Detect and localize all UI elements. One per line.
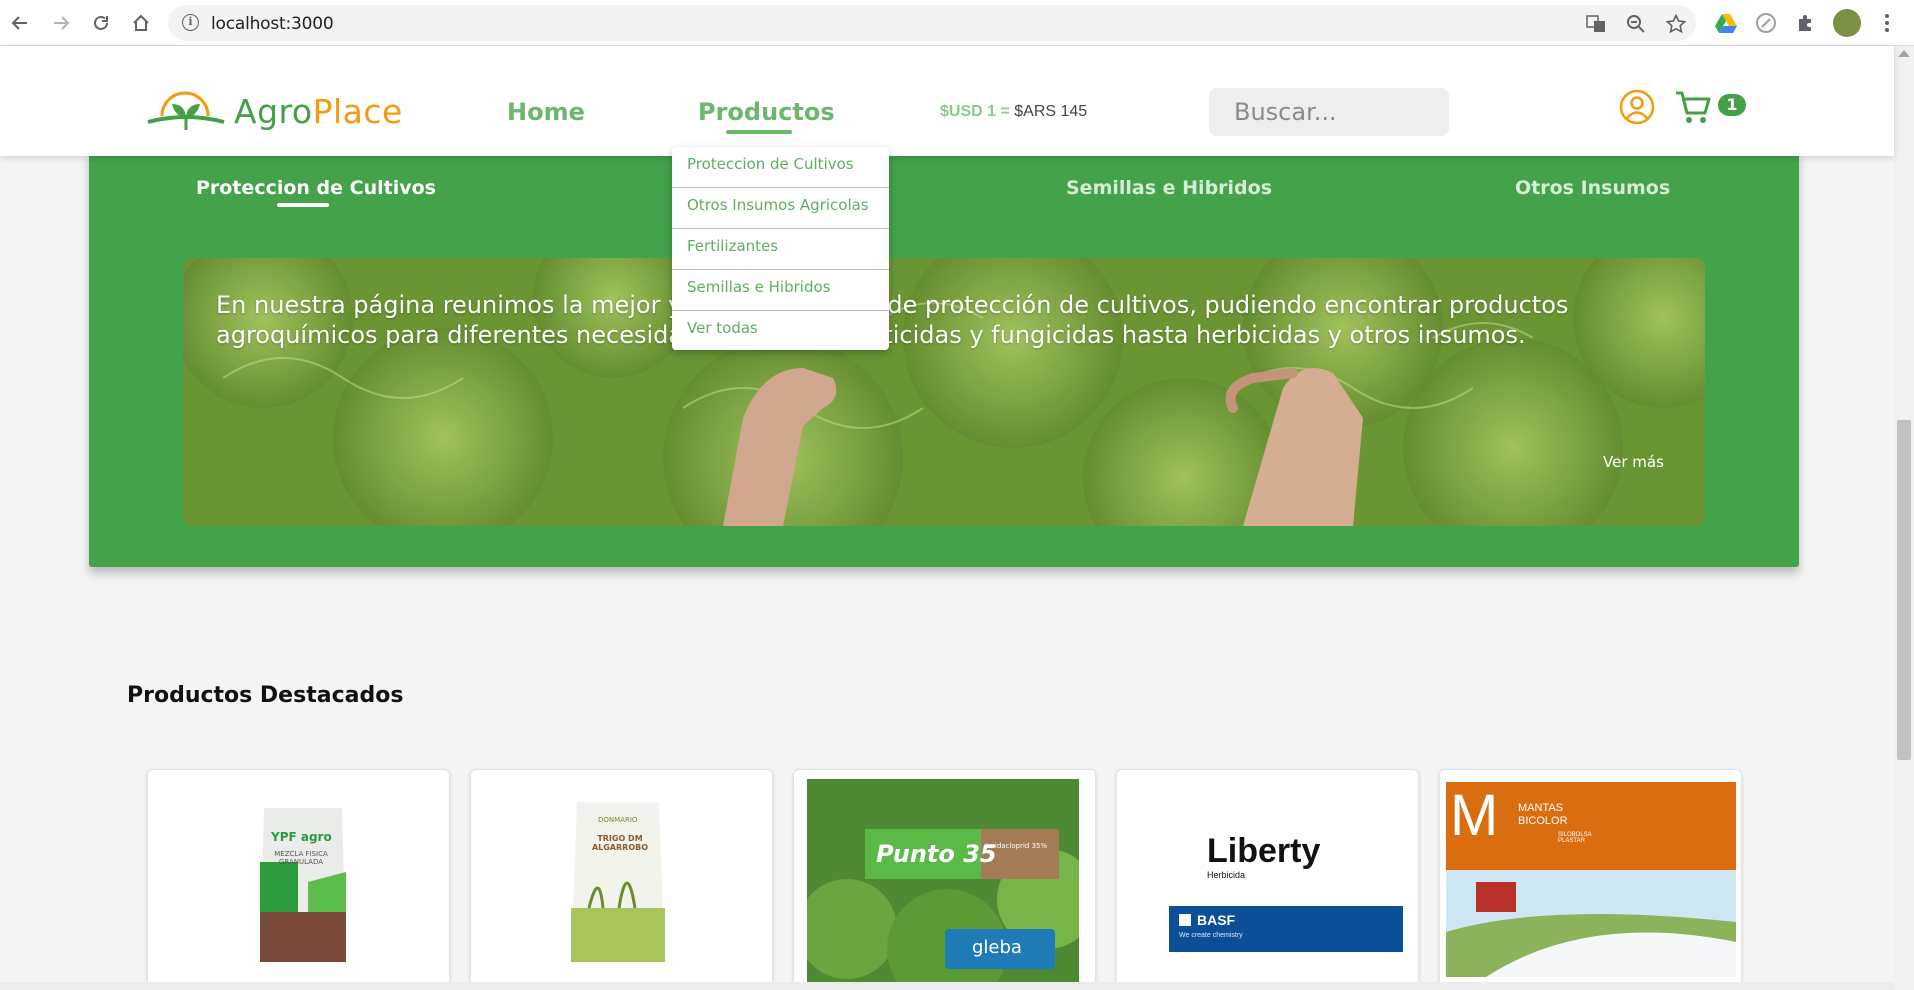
user-icon[interactable] xyxy=(1619,89,1655,125)
product-image-ypf xyxy=(260,808,346,962)
info-icon[interactable]: i xyxy=(182,14,199,31)
featured-products-title: Productos Destacados xyxy=(127,683,404,708)
category-tab-semillas[interactable]: Semillas e Hibridos xyxy=(1066,177,1272,199)
rate-ars: $ARS 145 xyxy=(1014,103,1088,120)
product-brand: DONMARIO xyxy=(598,816,638,824)
nav-home[interactable]: Home xyxy=(507,98,585,126)
category-active-underline xyxy=(277,203,329,207)
url-text[interactable]: localhost:3000 xyxy=(211,14,334,34)
home-icon[interactable] xyxy=(127,9,155,37)
nav-active-underline xyxy=(726,130,792,134)
product-label: MEZCLA FISICA GRANULADA xyxy=(274,850,328,866)
zoom-icon[interactable] xyxy=(1625,13,1647,35)
product-card[interactable]: M MANTAS BICOLOR SILOBOLSA PLASTAR xyxy=(1439,769,1742,990)
basf-logo-icon xyxy=(1179,914,1191,926)
logo-text-place: Place xyxy=(312,92,403,131)
product-label: Herbicida xyxy=(1207,870,1246,880)
product-card[interactable]: YPF agro MEZCLA FISICA GRANULADA xyxy=(147,769,450,990)
cart-count-badge: 1 xyxy=(1718,94,1746,116)
forward-arrow-icon[interactable] xyxy=(47,9,75,37)
nav-productos[interactable]: Productos xyxy=(698,98,835,126)
product-brand: Punto 35 xyxy=(876,840,997,868)
address-bar[interactable]: i localhost:3000 xyxy=(168,5,1696,41)
product-card[interactable]: Liberty Herbicida BASF We create chemist… xyxy=(1116,769,1419,990)
product-maker-tagline: We create chemistry xyxy=(1179,932,1243,939)
bottom-strip xyxy=(0,982,1894,990)
product-card[interactable]: DONMARIO TRIGO DM ALGARROBO xyxy=(470,769,773,990)
product-maker: gleba xyxy=(972,937,1022,958)
product-maker: SILOBOLSA PLASTAR xyxy=(1558,832,1592,844)
extension-icon[interactable] xyxy=(1754,11,1778,35)
back-arrow-icon[interactable] xyxy=(6,9,34,37)
product-image-punto35 xyxy=(807,779,1079,983)
basf-banner: BASF We create chemistry xyxy=(1169,906,1403,952)
product-brand: Liberty xyxy=(1207,832,1321,870)
logo[interactable]: AgroPlace xyxy=(146,86,402,136)
ver-mas-link[interactable]: Ver más xyxy=(1603,453,1664,471)
logo-text: AgroPlace xyxy=(234,92,403,131)
star-icon[interactable] xyxy=(1665,13,1687,35)
dropdown-item-ver-todas[interactable]: Ver todas xyxy=(672,311,889,352)
rate-usd: $USD 1 = xyxy=(940,103,1010,120)
product-label: MANTAS BICOLOR xyxy=(1518,802,1568,827)
browser-toolbar: i localhost:3000 xyxy=(0,0,1914,46)
logo-text-agro: Agro xyxy=(234,92,313,131)
category-tab-otros-insumos[interactable]: Otros Insumos xyxy=(1515,177,1670,199)
dropdown-item-semillas[interactable]: Semillas e Hibridos xyxy=(672,270,889,311)
site-header: AgroPlace Home Productos $USD 1 = $ARS 1… xyxy=(0,46,1894,156)
cart-icon[interactable] xyxy=(1674,88,1712,126)
reload-icon[interactable] xyxy=(87,9,115,37)
category-banner: En nuestra página reunimos la mejor y ma… xyxy=(183,258,1705,526)
product-brand: YPF agro xyxy=(271,830,332,844)
product-card[interactable]: Punto 35 Imidacloprid 35% gleba xyxy=(793,769,1096,990)
search-input[interactable] xyxy=(1209,88,1449,136)
dropdown-item-fertilizantes[interactable]: Fertilizantes xyxy=(672,229,889,270)
product-maker: BASF xyxy=(1197,912,1236,928)
puzzle-icon[interactable] xyxy=(1794,11,1818,35)
product-label: TRIGO DM ALGARROBO xyxy=(591,834,649,852)
product-label: Imidacloprid 35% xyxy=(986,842,1048,850)
menu-icon[interactable] xyxy=(1880,12,1894,34)
scrollbar-thumb[interactable] xyxy=(1897,420,1911,760)
translate-icon[interactable] xyxy=(1585,13,1607,35)
banner-description: En nuestra página reunimos la mejor y ma… xyxy=(216,291,1569,349)
scroll-up-arrow-icon[interactable] xyxy=(1898,50,1910,57)
product-brand: M xyxy=(1450,783,1499,848)
profile-avatar[interactable] xyxy=(1833,9,1861,37)
productos-dropdown: Proteccion de Cultivos Otros Insumos Agr… xyxy=(672,147,889,350)
dropdown-item-otros-insumos[interactable]: Otros Insumos Agricolas xyxy=(672,188,889,229)
logo-icon xyxy=(147,91,225,130)
exchange-rate: $USD 1 = $ARS 145 xyxy=(940,103,1087,121)
drive-icon[interactable] xyxy=(1714,11,1738,35)
category-panel: Proteccion de Cultivos Semillas e Hibrid… xyxy=(89,150,1799,567)
category-tab-proteccion[interactable]: Proteccion de Cultivos xyxy=(196,177,436,199)
dropdown-item-proteccion[interactable]: Proteccion de Cultivos xyxy=(672,147,889,188)
